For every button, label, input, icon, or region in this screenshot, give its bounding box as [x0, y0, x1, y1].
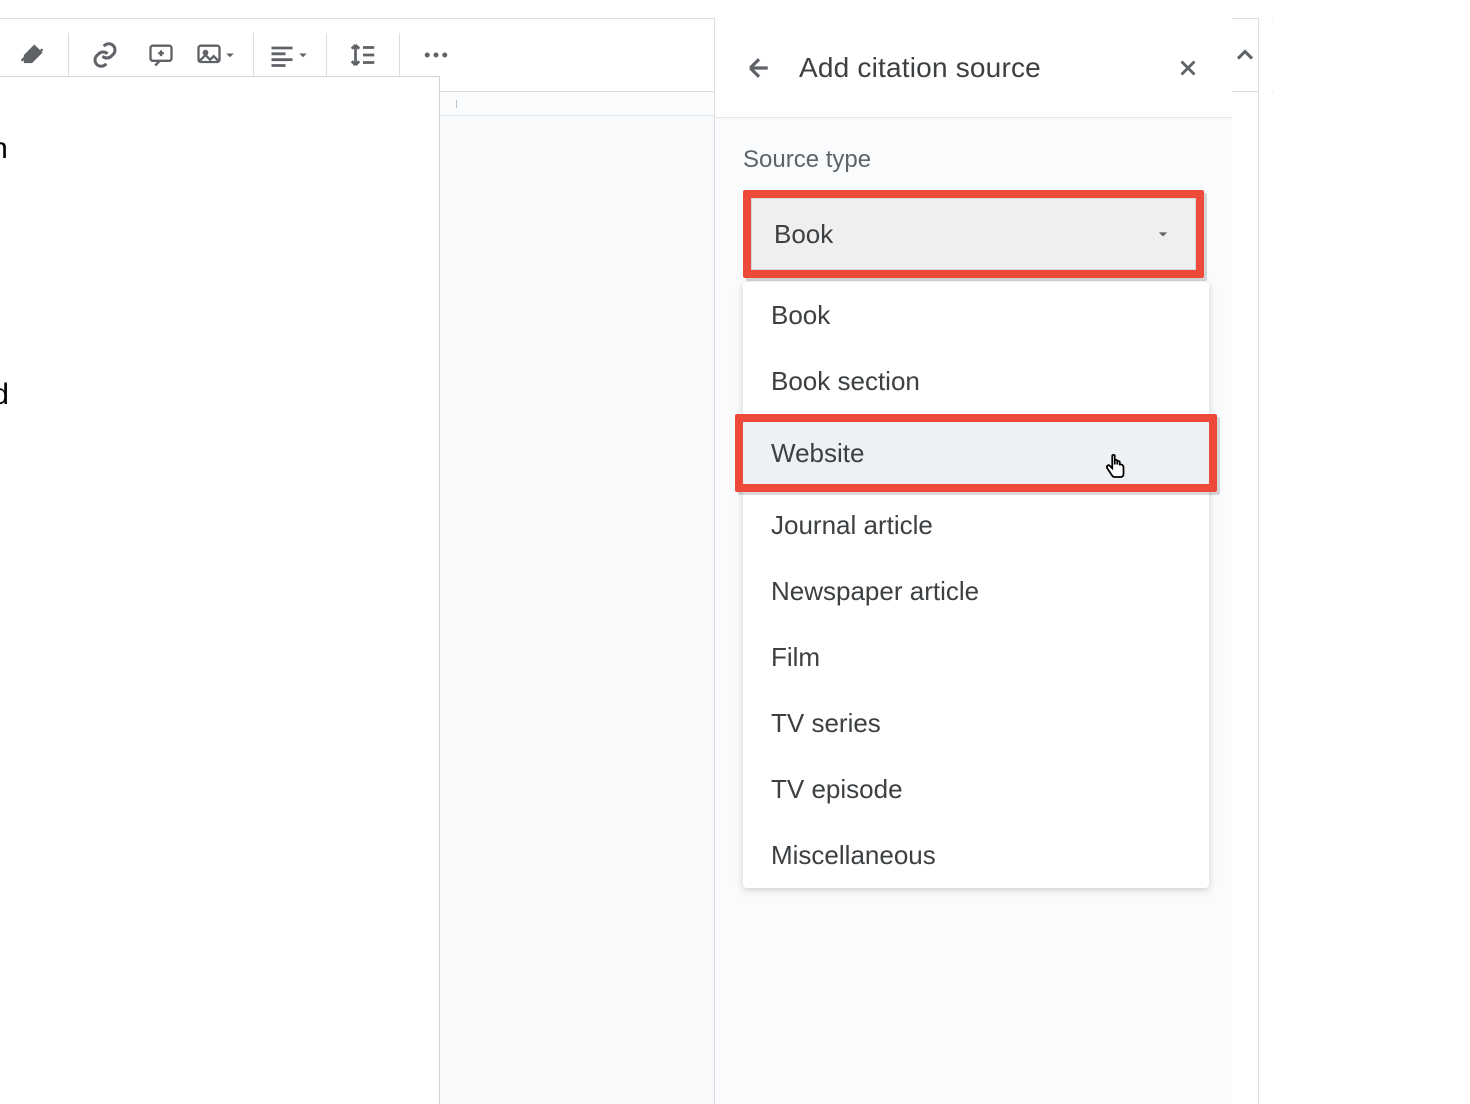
line-spacing-icon — [348, 40, 378, 70]
source-type-dropdown: BookBook section Website Journal articleNe… — [743, 282, 1209, 888]
source-type-label: Source type — [743, 146, 1204, 174]
source-type-option[interactable]: Website — [743, 422, 1209, 484]
source-type-option[interactable]: Miscellaneous — [743, 822, 1209, 888]
right-rail — [1258, 18, 1272, 1104]
ruler-tick — [456, 92, 457, 108]
panel-title: Add citation source — [799, 52, 1148, 84]
toolbar-separator — [253, 33, 254, 77]
panel-header: Add citation source — [715, 18, 1232, 118]
chevron-down-icon — [1153, 224, 1173, 244]
paint-format-button[interactable] — [8, 31, 56, 79]
more-button[interactable] — [412, 31, 460, 79]
insert-link-button[interactable] — [81, 31, 129, 79]
close-icon — [1175, 55, 1201, 81]
align-button[interactable] — [266, 31, 314, 79]
toolbar-separator — [68, 33, 69, 77]
close-button[interactable] — [1166, 46, 1210, 90]
citation-panel: Add citation source Source type Book Boo… — [714, 18, 1232, 1104]
document-page[interactable]: Also, you can train me from here. platfo… — [0, 76, 440, 1104]
doc-text-line: me from here. — [0, 170, 399, 213]
source-type-option[interactable]: Book — [743, 282, 1209, 348]
doc-text-line: how to add code — [0, 460, 399, 503]
doc-text-line: Also, you can train — [0, 127, 399, 170]
add-comment-icon — [147, 41, 175, 69]
link-icon — [90, 40, 120, 70]
toolbar-separator — [326, 33, 327, 77]
chevron-down-icon — [294, 46, 312, 64]
source-type-option[interactable]: Film — [743, 624, 1209, 690]
add-comment-button[interactable] — [137, 31, 185, 79]
source-type-select-value: Book — [774, 219, 833, 250]
source-type-option[interactable]: Newspaper article — [743, 558, 1209, 624]
doc-text-line: platform IDE| used — [0, 373, 399, 416]
paint-format-icon — [18, 41, 46, 69]
doc-text-line: e doc is a — [0, 417, 399, 460]
chevron-up-icon — [1231, 41, 1259, 69]
panel-body: Source type Book BookBook sectionWebsite… — [715, 118, 1232, 1104]
source-type-select-highlight: Book — [743, 190, 1204, 278]
line-spacing-button[interactable] — [339, 31, 387, 79]
source-type-option[interactable]: Journal article — [743, 492, 1209, 558]
source-type-option[interactable]: Book section — [743, 348, 1209, 414]
source-type-option[interactable]: TV series — [743, 690, 1209, 756]
toolbar-separator — [399, 33, 400, 77]
arrow-left-icon — [744, 53, 774, 83]
more-horizontal-icon — [421, 40, 451, 70]
insert-image-button[interactable] — [193, 31, 241, 79]
chevron-down-icon — [221, 46, 239, 64]
align-left-icon — [268, 41, 296, 69]
image-icon — [195, 41, 223, 69]
source-type-select[interactable]: Book — [751, 198, 1196, 270]
document-canvas: Also, you can train me from here. platfo… — [0, 116, 714, 1104]
back-button[interactable] — [737, 46, 781, 90]
source-type-option-highlight: Website — [735, 414, 1217, 492]
source-type-option[interactable]: TV episode — [743, 756, 1209, 822]
